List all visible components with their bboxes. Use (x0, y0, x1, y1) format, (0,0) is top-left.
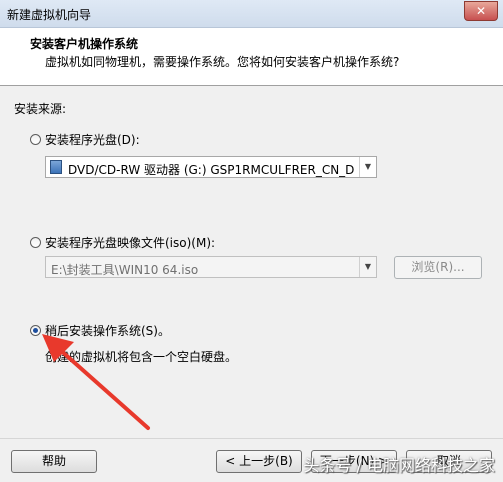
help-button[interactable]: 帮助 (11, 450, 97, 473)
footer-divider (0, 438, 503, 439)
annotation-arrow (42, 334, 150, 430)
back-button[interactable]: < 上一步(B) (216, 450, 302, 473)
watermark-text: 头条号 / 电脑网络科技之家 (303, 456, 495, 475)
annotation-arrow-shaft (56, 346, 150, 430)
